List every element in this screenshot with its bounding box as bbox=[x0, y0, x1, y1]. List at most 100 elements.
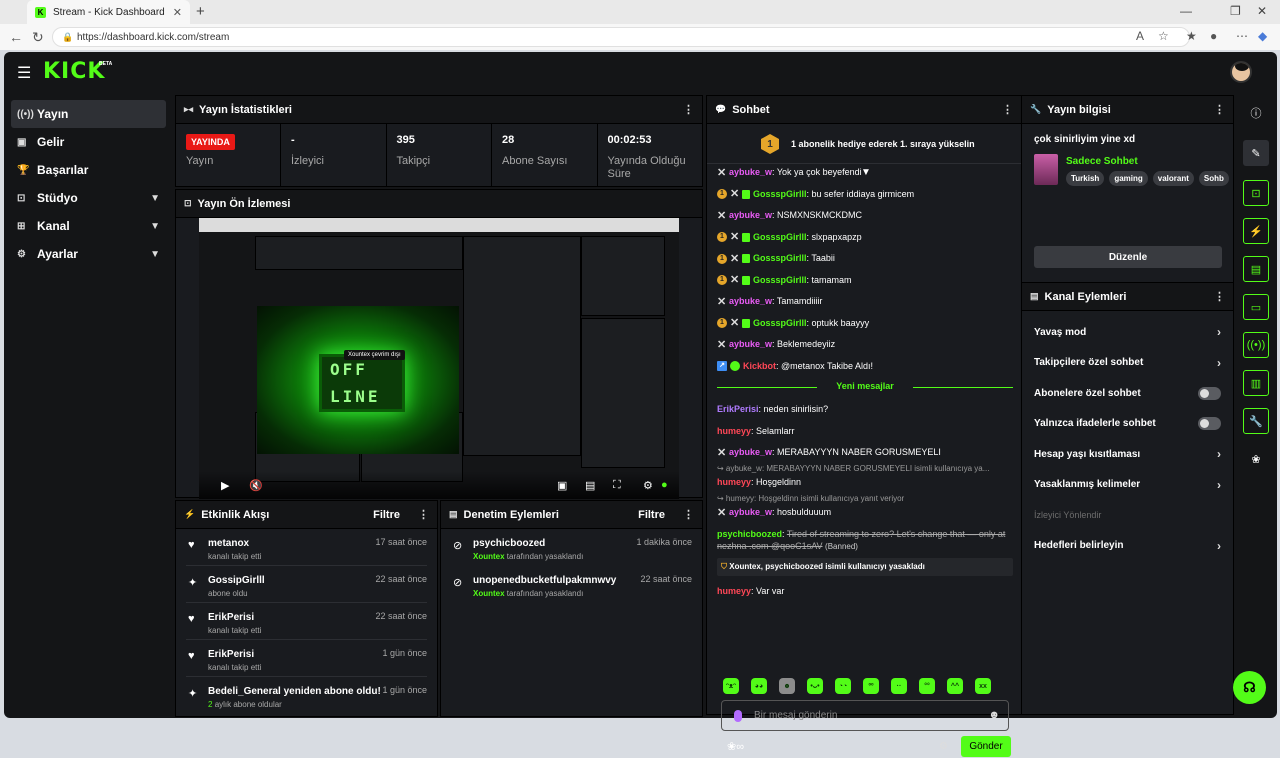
favorite-star-icon[interactable]: ☆ bbox=[1158, 29, 1169, 43]
action-banned-words[interactable]: Yasaklanmış kelimeler › bbox=[1022, 470, 1233, 501]
banned-message[interactable]: psychicboozed: Tired of streaming to zer… bbox=[717, 528, 1013, 553]
emote-icon[interactable]: ·· bbox=[891, 678, 907, 694]
more-options-icon[interactable]: ⋮ bbox=[1002, 103, 1013, 116]
chat-message[interactable]: humeyy: Var var bbox=[717, 585, 1013, 597]
emote-icon[interactable]: ◕◕ bbox=[751, 678, 767, 694]
filter-button[interactable]: Filtre bbox=[638, 509, 665, 521]
read-aloud-icon[interactable]: A bbox=[1136, 29, 1144, 43]
chat-username[interactable]: aybuke_w bbox=[729, 447, 772, 457]
subscribers-only-toggle[interactable] bbox=[1198, 386, 1221, 400]
more-options-icon[interactable]: ⋮ bbox=[418, 508, 429, 521]
url-field[interactable]: 🔒 https://dashboard.kick.com/stream bbox=[52, 27, 1190, 47]
list-item[interactable]: ♥ ErikPerisi kanalı takip etti 22 saat ö… bbox=[186, 603, 427, 640]
chat-message[interactable]: ✕ aybuke_w: Yok ya çok beyefendi bbox=[717, 166, 1013, 178]
kick-logo[interactable]: KICK bbox=[43, 59, 105, 84]
chat-message[interactable]: 1 ✕ GossspGirlll: slxpapxapzp bbox=[717, 231, 1013, 243]
emote-icon[interactable]: ^^ bbox=[947, 678, 963, 694]
chat-message[interactable]: 1 ✕ GossspGirlll: Taabii bbox=[717, 252, 1013, 264]
filter-button[interactable]: Filtre bbox=[373, 509, 400, 521]
emote-icon[interactable]: ᵔᴥᵔ bbox=[723, 678, 739, 694]
chat-username[interactable]: GossspGirlll bbox=[753, 253, 807, 263]
more-options-icon[interactable]: ⋮ bbox=[683, 103, 694, 116]
chat-username[interactable]: aybuke_w bbox=[729, 339, 772, 349]
chat-username[interactable]: aybuke_w bbox=[729, 507, 772, 517]
theater-icon[interactable]: ▤ bbox=[585, 479, 595, 492]
pip-icon[interactable]: ▣ bbox=[557, 479, 567, 492]
emote-icon[interactable]: °° bbox=[919, 678, 935, 694]
maximize-icon[interactable]: ❐ bbox=[1230, 4, 1241, 18]
wrench-widget-icon[interactable]: 🔧 bbox=[1243, 408, 1269, 434]
close-tab-icon[interactable]: ✕ bbox=[173, 6, 182, 19]
browser-tab[interactable]: K Stream - Kick Dashboard ✕ bbox=[27, 0, 190, 24]
emote-icon[interactable]: •ᴗ• bbox=[807, 678, 823, 694]
back-icon[interactable]: ← bbox=[9, 29, 23, 45]
chat-username[interactable]: aybuke_w bbox=[729, 296, 772, 306]
chat-username[interactable]: humeyy bbox=[717, 586, 751, 596]
chat-username[interactable]: GossspGirlll bbox=[753, 275, 807, 285]
kick-points-widget-icon[interactable]: ❀ bbox=[1243, 446, 1269, 472]
chat-username[interactable]: humeyy bbox=[717, 426, 751, 436]
favorites-icon[interactable]: ★ bbox=[1186, 29, 1197, 43]
chat-message[interactable]: 1 ✕ GossspGirlll: optukk baayyy bbox=[717, 317, 1013, 329]
chat-username[interactable]: psychicboozed bbox=[717, 529, 782, 539]
chat-username[interactable]: GossspGirlll bbox=[753, 232, 807, 242]
chat-message[interactable]: ↗ Kickbot: @metanox Takibe Aldı! bbox=[717, 360, 1013, 372]
action-account-age[interactable]: Hesap yaşı kısıtlaması › bbox=[1022, 439, 1233, 470]
reload-icon[interactable]: ↻ bbox=[32, 29, 44, 46]
document-widget-icon[interactable]: ▤ bbox=[1243, 256, 1269, 282]
chat-username[interactable]: GossspGirlll bbox=[753, 318, 807, 328]
list-item[interactable]: ♥ ErikPerisi kanalı takip etti 1 gün önc… bbox=[186, 640, 427, 677]
edit-icon[interactable]: ✎ bbox=[1243, 140, 1269, 166]
play-icon[interactable]: ▶ bbox=[221, 479, 229, 492]
mute-icon[interactable]: 🔇 bbox=[249, 479, 263, 492]
user-avatar[interactable] bbox=[1230, 61, 1252, 83]
sidebar-item-basarilar[interactable]: 🏆 Başarılar bbox=[11, 156, 166, 184]
info-icon[interactable]: ⓘ bbox=[1243, 100, 1269, 126]
emote-icon[interactable]: ºº bbox=[863, 678, 879, 694]
chat-message[interactable]: humeyy: Hoşgeldinn bbox=[717, 476, 1013, 488]
emote-icon[interactable]: ◔◔ bbox=[835, 678, 851, 694]
profile-icon[interactable]: ● bbox=[1210, 29, 1217, 43]
site-info-icon[interactable]: 🔒 bbox=[62, 32, 73, 43]
bolt-widget-icon[interactable]: ⚡ bbox=[1243, 218, 1269, 244]
chat-input[interactable]: Bir mesaj gönderin ☻ bbox=[721, 700, 1009, 731]
sidebar-item-yayin[interactable]: ((•)) Yayın bbox=[11, 100, 166, 128]
emoji-icon[interactable]: ☻ bbox=[988, 709, 1000, 721]
action-set-goals[interactable]: Hedefleri belirleyin › bbox=[1022, 531, 1233, 562]
sidebar-item-kanal[interactable]: ⊞ Kanal ▼ bbox=[11, 212, 166, 240]
action-slow-mode[interactable]: Yavaş mod › bbox=[1022, 317, 1233, 348]
kick-points-icon[interactable]: ❀∞ bbox=[727, 740, 744, 753]
action-followers-only[interactable]: Takipçilere özel sohbet › bbox=[1022, 348, 1233, 379]
mic-icon[interactable] bbox=[734, 710, 742, 722]
broadcast-widget-icon[interactable]: ((•)) bbox=[1243, 332, 1269, 358]
list-item[interactable]: ✦ Bedeli_General yeniden abone oldu! 2 a… bbox=[186, 677, 427, 714]
chat-username[interactable]: GossspGirlll bbox=[753, 189, 807, 199]
chat-message[interactable]: ErikPerisi: neden sinirlisin? bbox=[717, 403, 1013, 415]
sidebar-item-ayarlar[interactable]: ⚙ Ayarlar ▼ bbox=[11, 240, 166, 268]
list-item[interactable]: ♥ metanox kanalı takip etti 17 saat önce bbox=[186, 529, 427, 566]
chat-message[interactable]: ✕ aybuke_w: Beklemedeyiiz bbox=[717, 338, 1013, 350]
sidebar-item-gelir[interactable]: ▣ Gelir bbox=[11, 128, 166, 156]
settings-icon[interactable]: ⚙ bbox=[643, 479, 653, 492]
emotes-only-toggle[interactable] bbox=[1198, 417, 1221, 431]
menu-icon[interactable]: ☰ bbox=[17, 63, 31, 83]
more-options-icon[interactable]: ⋮ bbox=[1214, 103, 1225, 116]
chat-message[interactable]: ✕ aybuke_w: hosbulduuum bbox=[717, 506, 1013, 518]
send-button[interactable]: Gönder bbox=[961, 736, 1011, 757]
new-tab-icon[interactable]: + bbox=[196, 3, 205, 20]
moderation-widget-icon[interactable]: ▥ bbox=[1243, 370, 1269, 396]
more-options-icon[interactable]: ⋮ bbox=[683, 508, 694, 521]
edit-button[interactable]: Düzenle bbox=[1034, 246, 1222, 268]
list-item[interactable]: ⊘ unopenedbucketfulpakmnwvy Xountex tara… bbox=[451, 566, 692, 603]
copilot-icon[interactable]: ◆ bbox=[1258, 29, 1267, 43]
chat-widget-icon[interactable]: ▭ bbox=[1243, 294, 1269, 320]
chat-message[interactable]: ✕ aybuke_w: NSMXNSKMCKDMC bbox=[717, 209, 1013, 221]
chat-message[interactable]: 1 ✕ GossspGirlll: tamamam bbox=[717, 274, 1013, 286]
more-options-icon[interactable]: ⋮ bbox=[1214, 290, 1225, 303]
help-button[interactable]: ☊ bbox=[1233, 671, 1266, 704]
emote-icon[interactable]: xx bbox=[975, 678, 991, 694]
chat-settings-icon[interactable]: ⚙ bbox=[939, 741, 948, 752]
close-window-icon[interactable]: ✕ bbox=[1257, 4, 1267, 18]
emote-icon[interactable]: ☻ bbox=[779, 678, 795, 694]
more-icon[interactable]: ⋯ bbox=[1236, 29, 1248, 43]
